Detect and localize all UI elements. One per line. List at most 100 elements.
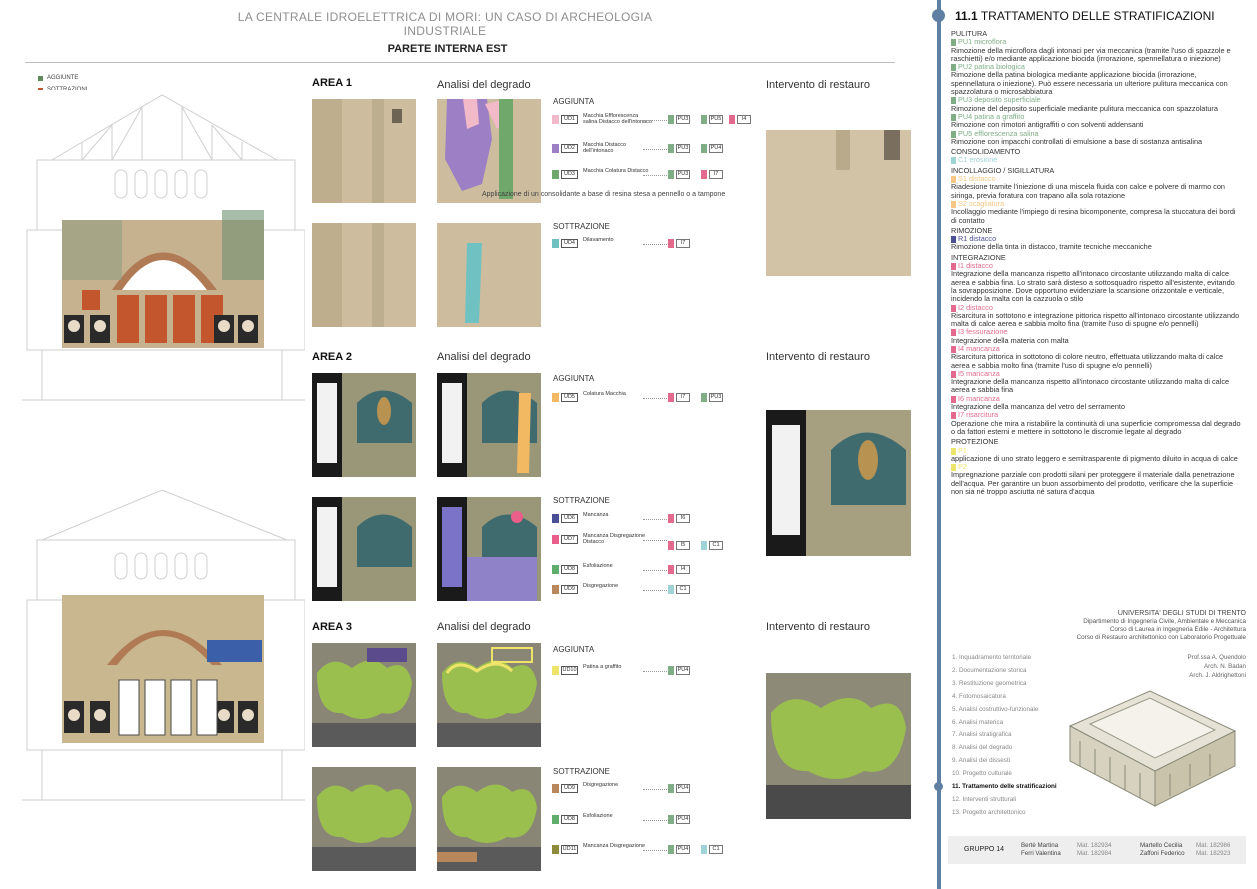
toc-item[interactable]: 4. Fotomosaicatura [952, 691, 1057, 704]
ud-swatch [552, 535, 559, 544]
graffiti-photo [766, 673, 911, 819]
ud-row: UD3 Macchia Colatura Distacco PU3 I7 [552, 168, 761, 186]
treatment-swatch [951, 157, 956, 165]
degree: Corso di Laurea in Ingegneria Edile - Ar… [1109, 626, 1246, 633]
area-2-aggiunta-title: AGGIUNTA [553, 374, 595, 383]
ud-code: UD6 [561, 514, 578, 523]
treatment-description: Incollaggio mediante l'impiego di resina… [951, 207, 1236, 225]
ud-row: UD11 Mancanza Disgregazione PU4 C1 [552, 843, 761, 861]
title-divider [25, 62, 895, 63]
treatment-description: Rimozione con impacchi controllati di em… [951, 136, 1203, 146]
window-photo [312, 373, 416, 477]
area-2-sottrazione-map [437, 497, 541, 601]
treatment-description: applicazione di uno strato leggero e sem… [951, 453, 1238, 463]
ud-code: UD8 [561, 565, 578, 574]
area-1-degrado-map [437, 99, 541, 203]
treatment-section-title: PROTEZIONE [951, 437, 999, 447]
toc-item[interactable]: 9. Analisi dei dissesti [952, 755, 1057, 768]
professor: Arch. N. Badan [1204, 663, 1246, 670]
treatment-description: Integrazione della mancanza rispetto all… [951, 377, 1230, 395]
ud-description: Disgregazione [583, 782, 619, 788]
degradation-map [437, 497, 541, 601]
degrado-title: Analisi del degrado [437, 351, 531, 363]
toc-item[interactable]: 8. Analisi del degrado [952, 742, 1057, 755]
area-1-label: AREA 1 [312, 77, 352, 89]
plaster-photo [312, 223, 416, 327]
toc-item[interactable]: 12. Interventi strutturali [952, 794, 1057, 807]
area-3-photo [312, 643, 416, 747]
ud-swatch [552, 565, 559, 574]
treatment-description: Rimozione della microflora dagli intonac… [951, 45, 1231, 63]
toc-item[interactable]: 1. Inquadramento territoriale [952, 652, 1057, 665]
page-title: LA CENTRALE IDROELETTRICA DI MORI: UN CA… [237, 10, 653, 38]
isometric-building-drawing [1060, 686, 1240, 811]
degradation-map [437, 643, 541, 747]
elevation-drawing-analysis [22, 90, 305, 430]
toc-item[interactable]: 13. Progetto architettonico [952, 807, 1057, 820]
leader-dots [643, 570, 667, 571]
toc-item[interactable]: 5. Analisi costruttivo-funzionale [952, 704, 1057, 717]
treatment-description: Risarcitura in sottotono e integrazione … [951, 310, 1240, 329]
member-name: Zaffoni Federico [1140, 850, 1185, 857]
member-mat: Mat. 182984 [1077, 850, 1112, 857]
leader-dots [643, 671, 667, 672]
restauro-title: Intervento di restauro [766, 621, 870, 633]
ud-swatch [552, 514, 559, 523]
member-names: Bertè Martina Ferri Valentina [1021, 842, 1061, 858]
treatment-description: Rimozione della patina biologica mediant… [951, 70, 1228, 97]
area-3-aggiunta-title: AGGIUNTA [553, 645, 595, 654]
ud-description: Macchia Efflorescenza salina Distacco de… [583, 113, 652, 125]
degradation-map [437, 373, 541, 477]
area-3-sottrazione-map [437, 767, 541, 871]
ud-row: UD2 Macchia Distacco dell'intonaco PU3 P… [552, 142, 761, 160]
ud-row: UD6 Mancanza I6 [552, 512, 761, 530]
ud-swatch [552, 784, 559, 793]
legend-label: AGGIUNTE [47, 75, 79, 81]
degradation-map [437, 99, 541, 203]
graffiti-photo [312, 767, 416, 871]
ud-swatch [552, 239, 559, 248]
ud-row: UD8 Esfoliazione I4 [552, 563, 761, 581]
toc-item[interactable]: 3. Restituzione geometrica [952, 678, 1057, 691]
ud-code: UD2 [561, 144, 578, 153]
member-mats: Mat. 182986 Mat. 182923 [1196, 842, 1230, 858]
ud-row: UD9 Disgregazione C1 [552, 583, 761, 601]
ud-code: UD8 [561, 815, 578, 824]
toc-item[interactable]: 6. Analisi materica [952, 717, 1057, 730]
leader-dots [643, 244, 667, 245]
ud-code: UD7 [561, 535, 578, 544]
leader-dots [643, 540, 667, 541]
ud-description: Patina a graffito [583, 664, 622, 670]
section-title: TRATTAMENTO DELLE STRATIFICAZIONI [980, 9, 1215, 23]
degrado-title: Analisi del degrado [437, 79, 531, 91]
treatment-description: Rimozione della tinta in distacco, trami… [951, 242, 1152, 252]
plaster-photo [312, 99, 416, 203]
leader-dots [643, 850, 667, 851]
toc-item[interactable]: 10. Progetto culturale [952, 768, 1057, 781]
elevation-svg [22, 90, 305, 430]
member-name: Bertè Martina [1021, 842, 1059, 849]
ud-description: Macchia Distacco dell'intonaco [583, 142, 627, 154]
leader-dots [643, 820, 667, 821]
leader-dots [643, 398, 667, 399]
ud-row: UD1 Macchia Efflorescenza salina Distacc… [552, 113, 761, 131]
professors: Prof.ssa A. Quendolo Arch. N. Badan Arch… [1188, 653, 1246, 680]
legend-item-aggiunte: AGGIUNTE [38, 72, 87, 84]
timeline-bar [937, 0, 941, 889]
leader-dots [643, 149, 667, 150]
area-3-label: AREA 3 [312, 621, 352, 633]
ud-swatch [552, 170, 559, 179]
member-mat: Mat. 182986 [1196, 842, 1231, 849]
toc-item[interactable]: 11. Trattamento delle stratificazioni [952, 781, 1057, 794]
university-block: UNIVERSITA' DEGLI STUDI DI TRENTO Dipart… [986, 610, 1246, 642]
consolidation-note: Applicazione di un consolidante a base d… [482, 191, 726, 198]
ud-swatch [552, 115, 559, 124]
toc-item[interactable]: 7. Analisi stratigrafica [952, 729, 1057, 742]
elevation-drawing-restoration [22, 485, 305, 820]
area-3-restauro-photo [766, 673, 911, 819]
toc-item[interactable]: 2. Documentazione storica [952, 665, 1057, 678]
ud-row: UD4 Dilavamento I7 [552, 237, 761, 255]
university-name: UNIVERSITA' DEGLI STUDI DI TRENTO [1117, 610, 1246, 617]
area-1-sottrazione-title: SOTTRAZIONE [553, 222, 610, 231]
professor: Prof.ssa A. Quendolo [1187, 654, 1246, 661]
